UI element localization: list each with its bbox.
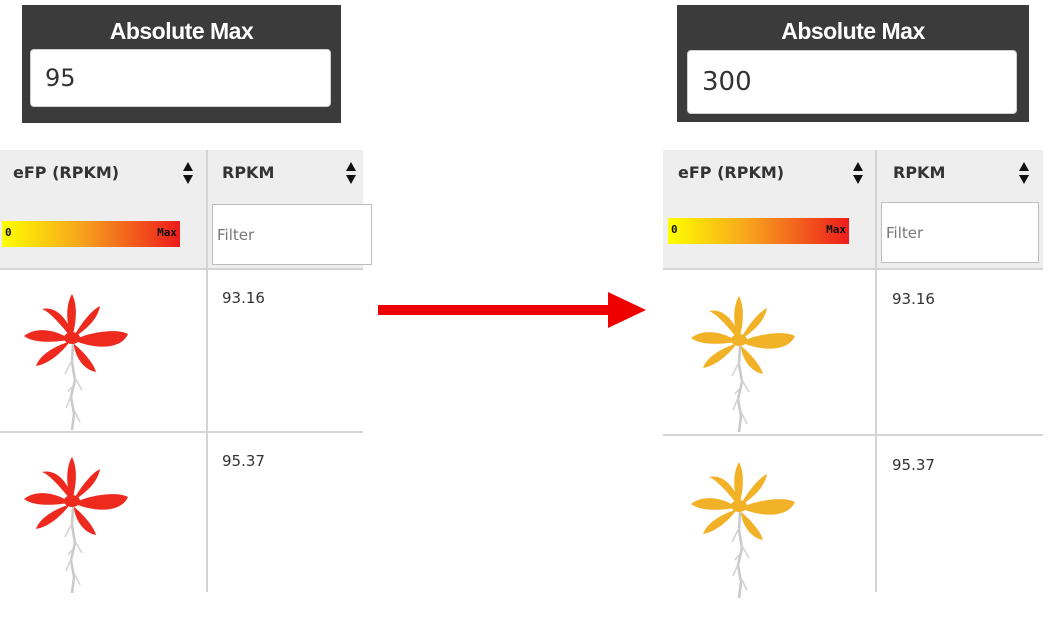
plant-efp-image[interactable]: [689, 294, 799, 434]
table-row: 95.37: [663, 436, 1043, 600]
color-scale-legend: 0 Max: [2, 221, 180, 247]
legend-max-label: Max: [826, 223, 846, 236]
legend-min-label: 0: [671, 223, 678, 236]
arrow-right-icon: [378, 292, 646, 328]
absolute-max-input[interactable]: [30, 49, 331, 107]
data-table: eFP (RPKM) RPKM 0 Max Filter 93.16 95.37: [0, 150, 372, 595]
legend-max-label: Max: [157, 226, 177, 239]
table-row: 95.37: [0, 433, 363, 595]
column-header-label: RPKM: [893, 163, 946, 182]
filter-input[interactable]: [212, 204, 372, 265]
filter-row: 0 Max: [663, 198, 1043, 269]
sort-icon[interactable]: [1019, 160, 1029, 186]
rpkm-value: 93.16: [892, 290, 935, 308]
column-header-label: eFP (RPKM): [13, 163, 120, 182]
column-divider: [875, 150, 877, 592]
sort-icon[interactable]: [183, 160, 193, 186]
absolute-max-box: Absolute Max: [677, 5, 1029, 122]
column-header-label: eFP (RPKM): [678, 163, 785, 182]
column-header-rpkm[interactable]: RPKM: [878, 150, 1043, 198]
legend-min-label: 0: [5, 226, 12, 239]
table-header: eFP (RPKM) RPKM: [0, 150, 363, 198]
plant-efp-image[interactable]: [22, 292, 132, 432]
color-scale-legend: 0 Max: [668, 218, 849, 244]
table-row: 93.16: [663, 270, 1043, 434]
column-header-efp[interactable]: eFP (RPKM): [0, 150, 207, 198]
absolute-max-title: Absolute Max: [109, 18, 254, 44]
filter-row: 0 Max: [0, 198, 372, 269]
rpkm-value: 93.16: [222, 289, 265, 307]
column-divider: [206, 150, 208, 592]
panel-before: Absolute Max eFP (RPKM) RPKM 0 Max: [0, 0, 372, 625]
panel-after: Absolute Max eFP (RPKM) RPKM 0 Max: [663, 0, 1043, 625]
data-table: eFP (RPKM) RPKM 0 Max Filter 93.16 95.37: [663, 150, 1043, 600]
absolute-max-box: Absolute Max: [22, 5, 341, 123]
column-header-efp[interactable]: eFP (RPKM): [663, 150, 876, 198]
table-header: eFP (RPKM) RPKM: [663, 150, 1043, 198]
absolute-max-input[interactable]: [687, 50, 1017, 114]
column-header-label: RPKM: [222, 163, 275, 182]
plant-efp-image[interactable]: [22, 455, 132, 595]
rpkm-value: 95.37: [892, 456, 935, 474]
sort-icon[interactable]: [346, 160, 356, 186]
filter-input[interactable]: [881, 202, 1039, 263]
sort-icon[interactable]: [853, 160, 863, 186]
rpkm-value: 95.37: [222, 452, 265, 470]
column-header-rpkm[interactable]: RPKM: [209, 150, 363, 198]
table-row: 93.16: [0, 270, 363, 432]
absolute-max-title: Absolute Max: [781, 18, 925, 44]
plant-efp-image[interactable]: [689, 460, 799, 600]
